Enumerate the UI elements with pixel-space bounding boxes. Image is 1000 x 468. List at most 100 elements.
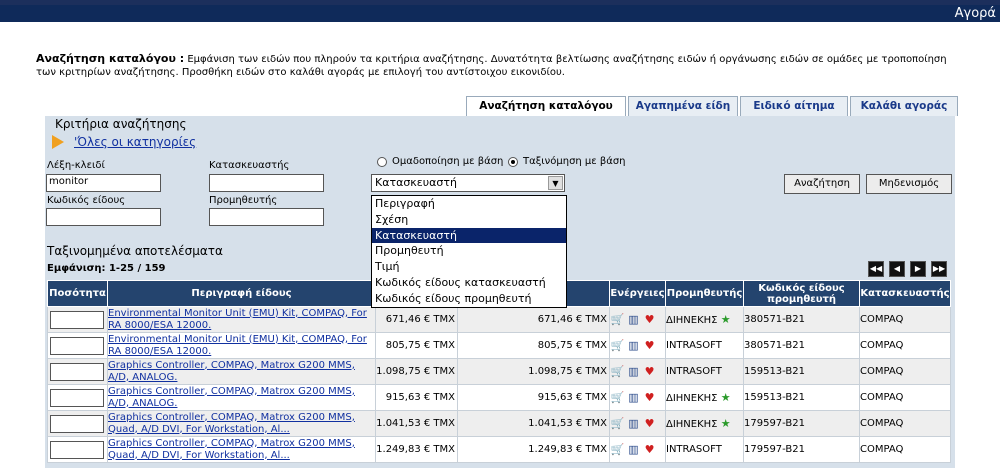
price-cell: 1.098,75 € TMX — [375, 358, 458, 385]
tab-catalog-search[interactable]: Αναζήτηση καταλόγου — [466, 96, 626, 116]
intro-text: Αναζήτηση καταλόγου : Εμφάνιση των ειδών… — [36, 52, 966, 79]
actions-cell: 🛒 ▥ ♥ — [609, 332, 666, 359]
item-description-link[interactable]: Graphics Controller, COMPAQ, Matrox G200… — [109, 412, 375, 436]
keyword-label: Λέξη-κλειδί — [47, 160, 105, 171]
supplier-cell: ΔΙΗΝΕΚΗΣ ★ — [665, 410, 744, 437]
info-icon[interactable]: ▥ — [626, 313, 641, 327]
sort-dropdown: Περιγραφή Σχέση Κατασκευαστή Προμηθευτή … — [371, 195, 567, 308]
total-cell: 915,63 € TMX — [457, 384, 610, 411]
info-icon[interactable]: ▥ — [626, 339, 641, 353]
tab-special-request[interactable]: Ειδικό αίτημα — [740, 96, 848, 116]
info-icon[interactable]: ▥ — [626, 391, 641, 405]
actions-cell: 🛒 ▥ ♥ — [609, 306, 666, 333]
sort-option[interactable]: Προμηθευτή — [372, 243, 566, 259]
table-row: Environmental Monitor Unit (EMU) Kit, CO… — [47, 332, 951, 359]
sort-option[interactable]: Κωδικός είδους προμηθευτή — [372, 291, 566, 307]
quantity-cell — [47, 332, 108, 359]
tab-shopping-cart[interactable]: Καλάθι αγοράς — [850, 96, 958, 116]
cart-icon[interactable]: 🛒 — [611, 417, 626, 431]
cart-icon[interactable]: 🛒 — [611, 443, 626, 457]
next-page-icon[interactable]: ▶ — [910, 261, 926, 277]
sort-selected-value: Κατασκευαστή — [375, 176, 457, 189]
sort-option[interactable]: Σχέση — [372, 212, 566, 228]
price-cell: 671,46 € TMX — [375, 306, 458, 333]
all-categories-link[interactable]: 'Όλες οι κατηγορίες — [74, 135, 196, 149]
price-cell: 915,63 € TMX — [375, 384, 458, 411]
total-cell: 1.041,53 € TMX — [457, 410, 610, 437]
cart-icon[interactable]: 🛒 — [611, 365, 626, 379]
quantity-input[interactable] — [50, 388, 104, 407]
supplier-code-cell: 159513-B21 — [743, 384, 860, 411]
supplier-cell: INTRASOFT — [665, 332, 744, 359]
supplier-name: ΔΙΗΝΕΚΗΣ — [666, 419, 718, 430]
item-code-label: Κωδικός είδους — [47, 195, 126, 206]
description-cell: Graphics Controller, COMPAQ, Matrox G200… — [107, 436, 376, 463]
prev-page-icon[interactable]: ◀ — [889, 261, 905, 277]
item-description-link[interactable]: Graphics Controller, COMPAQ, Matrox G200… — [109, 360, 375, 384]
price-cell: 1.249,83 € TMX — [375, 436, 458, 463]
supplier-input[interactable] — [209, 208, 324, 226]
quantity-input[interactable] — [50, 440, 104, 459]
col-description[interactable]: Περιγραφή είδους — [107, 280, 376, 307]
cart-icon[interactable]: 🛒 — [611, 339, 626, 353]
add-favorite-icon[interactable]: ♥ — [642, 417, 657, 431]
price-cell: 805,75 € TMX — [375, 332, 458, 359]
price-cell: 1.041,53 € TMX — [375, 410, 458, 437]
total-cell: 1.098,75 € TMX — [457, 358, 610, 385]
tab-favorites[interactable]: Αγαπημένα είδη — [628, 96, 738, 116]
info-icon[interactable]: ▥ — [626, 417, 641, 431]
col-manufacturer[interactable]: Κατασκευαστής — [859, 280, 951, 307]
sort-by-label: Ταξινόμηση με βάση — [523, 156, 626, 167]
chevron-down-icon[interactable]: ▼ — [548, 176, 563, 190]
group-by-radio[interactable] — [377, 157, 387, 167]
quantity-input[interactable] — [50, 414, 104, 433]
add-favorite-icon[interactable]: ♥ — [642, 313, 657, 327]
quantity-input[interactable] — [50, 362, 104, 381]
supplier-code-cell: 179597-B21 — [743, 410, 860, 437]
sort-option[interactable]: Κωδικός είδους κατασκευαστή — [372, 275, 566, 291]
item-description-link[interactable]: Graphics Controller, COMPAQ, Matrox G200… — [109, 438, 375, 462]
quantity-input[interactable] — [50, 310, 104, 329]
sort-option[interactable]: Τιμή — [372, 259, 566, 275]
sort-option-selected[interactable]: Κατασκευαστή — [372, 227, 566, 244]
col-supplier-code[interactable]: Κωδικός είδους προμηθευτή — [743, 280, 860, 307]
add-favorite-icon[interactable]: ♥ — [642, 443, 657, 457]
info-icon[interactable]: ▥ — [626, 443, 641, 457]
search-button[interactable]: Αναζήτηση — [784, 174, 860, 194]
supplier-cell: INTRASOFT — [665, 358, 744, 385]
item-description-link[interactable]: Environmental Monitor Unit (EMU) Kit, CO… — [109, 308, 375, 332]
item-description-link[interactable]: Graphics Controller, COMPAQ, Matrox G200… — [109, 386, 375, 410]
quantity-cell — [47, 306, 108, 333]
add-favorite-icon[interactable]: ♥ — [642, 339, 657, 353]
description-cell: Environmental Monitor Unit (EMU) Kit, CO… — [107, 332, 376, 359]
quantity-input[interactable] — [50, 336, 104, 355]
keyword-input[interactable]: monitor — [46, 174, 161, 192]
item-code-input[interactable] — [46, 208, 161, 226]
manufacturer-cell: COMPAQ — [859, 410, 951, 437]
add-favorite-icon[interactable]: ♥ — [642, 365, 657, 379]
col-supplier[interactable]: Προμηθευτής — [665, 280, 744, 307]
cart-icon[interactable]: 🛒 — [611, 313, 626, 327]
add-favorite-icon[interactable]: ♥ — [642, 391, 657, 405]
header-band — [0, 5, 1000, 22]
actions-cell: 🛒 ▥ ♥ — [609, 410, 666, 437]
item-description-link[interactable]: Environmental Monitor Unit (EMU) Kit, CO… — [109, 334, 375, 358]
manufacturer-input[interactable] — [209, 174, 324, 192]
supplier-name: INTRASOFT — [666, 340, 722, 351]
group-by-label: Ομαδοποίηση με βάση — [392, 156, 504, 167]
description-cell: Environmental Monitor Unit (EMU) Kit, CO… — [107, 306, 376, 333]
last-page-icon[interactable]: ▶▶ — [931, 261, 947, 277]
star-icon: ★ — [720, 313, 731, 326]
cart-icon[interactable]: 🛒 — [611, 391, 626, 405]
supplier-code-cell: 159513-B21 — [743, 358, 860, 385]
manufacturer-label: Κατασκευαστής — [209, 160, 290, 171]
info-icon[interactable]: ▥ — [626, 365, 641, 379]
app-title: Αγορά — [954, 6, 996, 21]
first-page-icon[interactable]: ◀◀ — [868, 261, 884, 277]
reset-button[interactable]: Μηδενισμός — [866, 174, 952, 194]
supplier-cell: INTRASOFT — [665, 436, 744, 463]
supplier-label: Προμηθευτής — [209, 195, 278, 206]
sort-select[interactable]: Κατασκευαστή ▼ — [371, 174, 565, 192]
sort-by-radio[interactable] — [508, 157, 518, 167]
sort-option[interactable]: Περιγραφή — [372, 196, 566, 212]
